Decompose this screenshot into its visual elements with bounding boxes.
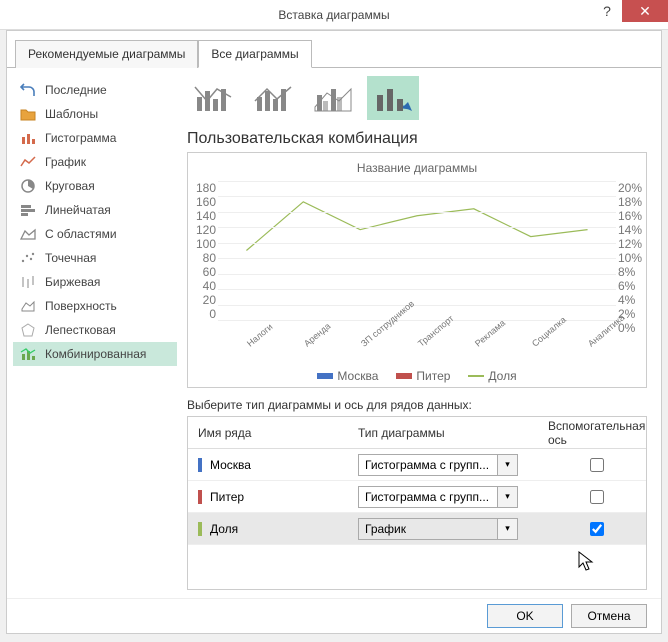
undo-icon [19, 83, 37, 97]
sidebar-item-label: Комбинированная [45, 347, 146, 361]
legend-label: Доля [488, 369, 516, 383]
aux-checkbox[interactable] [590, 458, 604, 472]
sidebar-item-combo[interactable]: Комбинированная [13, 342, 177, 366]
series-color-icon [198, 458, 202, 472]
chart-title: Название диаграммы [192, 161, 642, 175]
subtype-4[interactable] [367, 76, 419, 120]
series-name: Питер [210, 490, 244, 504]
sidebar-item-label: С областями [45, 227, 117, 241]
type-select[interactable]: Гистограмма с групп...▾ [358, 486, 518, 508]
subtype-row [187, 76, 647, 120]
stock-chart-icon [19, 275, 37, 289]
combo-chart-icon [19, 347, 37, 361]
sidebar-item-label: Линейчатая [45, 203, 111, 217]
subtype-3[interactable] [307, 76, 359, 120]
titlebar: Вставка диаграммы ? ✕ [0, 0, 668, 30]
sidebar-item-radar[interactable]: Лепестковая [13, 318, 177, 342]
line-chart-icon [19, 155, 37, 169]
sidebar-item-label: Лепестковая [45, 323, 116, 337]
series-color-icon [198, 522, 202, 536]
column-chart-icon [19, 131, 37, 145]
chevron-down-icon[interactable]: ▾ [497, 519, 517, 539]
sidebar-item-area[interactable]: С областями [13, 222, 177, 246]
sidebar: Последние Шаблоны Гистограмма График Кру… [7, 68, 183, 598]
surface-chart-icon [19, 299, 37, 313]
sidebar-item-bar[interactable]: Линейчатая [13, 198, 177, 222]
series-name: Доля [210, 522, 238, 536]
subtype-1[interactable] [187, 76, 239, 120]
sidebar-item-line[interactable]: График [13, 150, 177, 174]
sidebar-item-surface[interactable]: Поверхность [13, 294, 177, 318]
series-color-icon [198, 490, 202, 504]
section-heading: Пользовательская комбинация [187, 130, 647, 148]
aux-checkbox[interactable] [590, 522, 604, 536]
sidebar-item-label: Биржевая [45, 275, 100, 289]
type-select[interactable]: Гистограмма с групп...▾ [358, 454, 518, 476]
series-name: Москва [210, 458, 251, 472]
pie-chart-icon [19, 179, 37, 193]
legend: Москва Питер Доля [192, 369, 642, 383]
sidebar-item-templates[interactable]: Шаблоны [13, 102, 177, 126]
sidebar-item-label: Точечная [45, 251, 96, 265]
sidebar-item-label: Круговая [45, 179, 95, 193]
sidebar-item-recent[interactable]: Последние [13, 78, 177, 102]
subtype-2[interactable] [247, 76, 299, 120]
help-button[interactable]: ? [592, 0, 622, 22]
close-button[interactable]: ✕ [622, 0, 668, 22]
chart-preview: Название диаграммы 180160140120100806040… [187, 152, 647, 388]
series-section-label: Выберите тип диаграммы и ось для рядов д… [187, 398, 647, 412]
bar-chart-icon [19, 203, 37, 217]
series-row[interactable]: Доля График▾ [188, 513, 646, 545]
tab-bar: Рекомендуемые диаграммы Все диаграммы [7, 31, 661, 68]
plot-area [218, 181, 616, 321]
sidebar-item-label: Последние [45, 83, 107, 97]
chevron-down-icon[interactable]: ▾ [497, 455, 517, 475]
sidebar-item-label: Шаблоны [45, 107, 98, 121]
sidebar-item-label: График [45, 155, 86, 169]
type-select[interactable]: График▾ [358, 518, 518, 540]
sidebar-item-stock[interactable]: Биржевая [13, 270, 177, 294]
sidebar-item-pie[interactable]: Круговая [13, 174, 177, 198]
chevron-down-icon[interactable]: ▾ [497, 487, 517, 507]
x-axis-labels: НалогиАрендаЗП сотрудниковТранспортРекла… [218, 325, 616, 335]
series-row[interactable]: Питер Гистограмма с групп...▾ [188, 481, 646, 513]
series-table: Имя ряда Тип диаграммы Вспомогательная о… [187, 416, 647, 590]
tab-recommended[interactable]: Рекомендуемые диаграммы [15, 40, 198, 68]
y-axis-left: 180160140120100806040200 [192, 181, 218, 321]
radar-chart-icon [19, 323, 37, 337]
aux-checkbox[interactable] [590, 490, 604, 504]
tab-all[interactable]: Все диаграммы [198, 40, 311, 68]
series-row[interactable]: Москва Гистограмма с групп...▾ [188, 449, 646, 481]
legend-label: Москва [337, 369, 378, 383]
col-aux-header: Вспомогательная ось [548, 419, 646, 447]
col-type-header: Тип диаграммы [358, 426, 548, 440]
sidebar-item-column[interactable]: Гистограмма [13, 126, 177, 150]
legend-label: Питер [416, 369, 450, 383]
area-chart-icon [19, 227, 37, 241]
cancel-button[interactable]: Отмена [571, 604, 647, 628]
ok-button[interactable]: OK [487, 604, 563, 628]
sidebar-item-label: Гистограмма [45, 131, 116, 145]
scatter-chart-icon [19, 251, 37, 265]
y-axis-right: 20%18%16%14%12%10%8%6%4%2%0% [616, 181, 642, 321]
col-name-header: Имя ряда [188, 426, 358, 440]
sidebar-item-label: Поверхность [45, 299, 117, 313]
window-title: Вставка диаграммы [278, 8, 389, 22]
sidebar-item-scatter[interactable]: Точечная [13, 246, 177, 270]
folder-icon [19, 107, 37, 121]
